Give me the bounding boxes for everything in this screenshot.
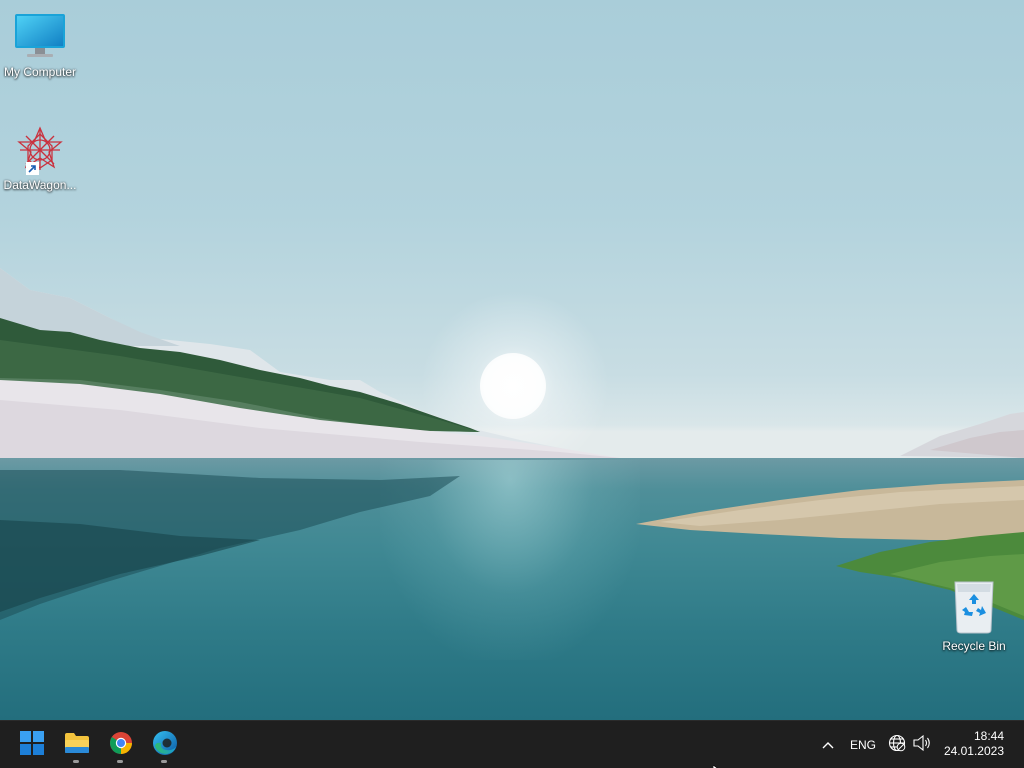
desktop-icon-label: My Computer	[3, 65, 77, 79]
recycle-bin-icon	[934, 578, 1014, 637]
taskbar: ENG 18:44 24.01.2023	[0, 720, 1024, 768]
start-button[interactable]	[12, 725, 52, 765]
running-indicator	[161, 760, 167, 763]
windows-start-icon	[20, 730, 44, 760]
desktop-icon-datawagon[interactable]: DataWagon...	[0, 126, 80, 192]
taskbar-chrome[interactable]	[101, 725, 141, 765]
datawagon-app-icon	[16, 126, 64, 176]
shortcut-arrow-icon	[26, 162, 39, 175]
chrome-icon	[109, 731, 133, 760]
desktop-icon-my-computer[interactable]: My Computer	[0, 12, 80, 79]
clock-date: 24.01.2023	[943, 744, 1004, 758]
edge-icon	[152, 730, 178, 761]
tray-overflow-button[interactable]	[818, 735, 838, 755]
globe-icon	[888, 734, 906, 757]
running-indicator	[73, 760, 79, 763]
desktop-wallpaper	[0, 0, 1024, 720]
folder-icon	[64, 732, 90, 759]
shore-reflections	[0, 470, 1024, 620]
desktop-icon-label: DataWagon...	[3, 178, 77, 192]
monitor-icon	[0, 12, 80, 63]
mouse-cursor-icon	[712, 760, 723, 768]
system-clock[interactable]: 18:44 24.01.2023	[940, 729, 1004, 759]
clock-time: 18:44	[973, 729, 1004, 743]
chevron-up-icon	[818, 742, 838, 759]
running-indicator	[117, 760, 123, 763]
desktop-icon-label: Recycle Bin	[942, 639, 1006, 653]
tray-network-volume[interactable]	[888, 733, 940, 757]
desktop-icon-recycle-bin[interactable]: Recycle Bin	[934, 578, 1014, 653]
speaker-icon	[912, 734, 932, 757]
taskbar-file-explorer[interactable]	[57, 725, 97, 765]
taskbar-edge[interactable]	[145, 725, 185, 765]
input-language-indicator[interactable]: ENG	[850, 738, 876, 752]
